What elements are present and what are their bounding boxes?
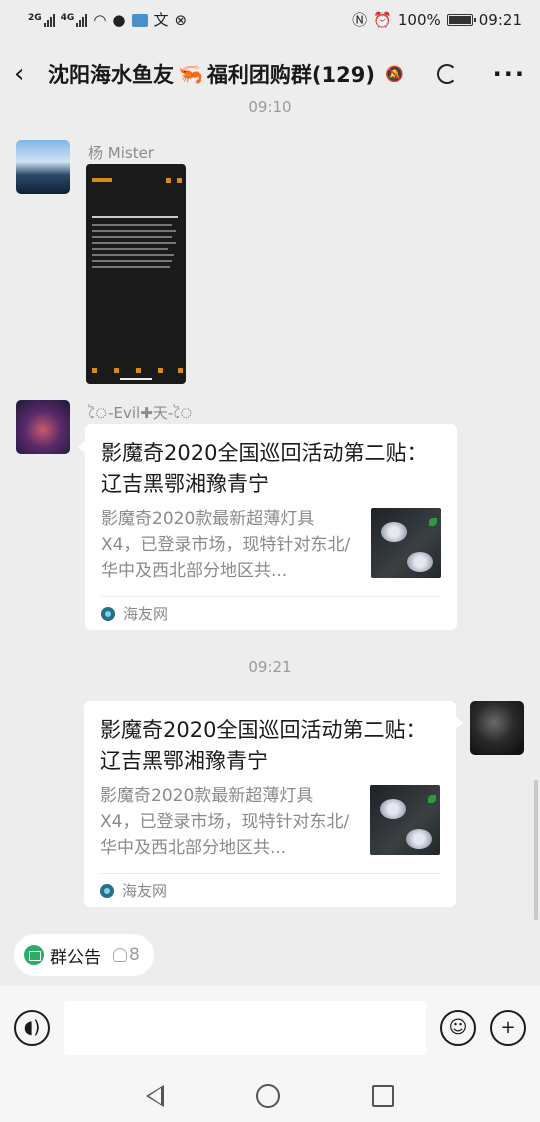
status-right: Ⓝ ⏰ 100% 09:21	[352, 11, 522, 29]
sim2-label: 4G	[60, 13, 75, 23]
sim1-label: 2G	[28, 13, 42, 23]
link-card[interactable]: 影魔奇2020全国巡回活动第二贴： 辽吉黑鄂湘豫青宁 影魔奇2020款最新超薄灯…	[85, 424, 457, 630]
battery-icon	[446, 14, 476, 26]
signal-icon: 2G	[28, 13, 55, 27]
image-message[interactable]	[86, 164, 186, 384]
sender-name: 杨 Mister	[88, 144, 154, 162]
link-source: 海友网	[100, 873, 440, 907]
nav-recents-icon[interactable]	[372, 1085, 394, 1107]
scrollbar[interactable]	[534, 780, 538, 920]
avatar[interactable]	[16, 140, 70, 194]
nav-back-icon[interactable]	[146, 1085, 164, 1107]
announcement-icon	[24, 945, 44, 965]
mute-icon: 🔕	[384, 65, 404, 83]
link-card[interactable]: 影魔奇2020全国巡回活动第二贴： 辽吉黑鄂湘豫青宁 影魔奇2020款最新超薄灯…	[84, 701, 456, 907]
link-source: 海友网	[101, 596, 441, 630]
bubble-tail	[455, 716, 463, 730]
nav-home-icon[interactable]	[256, 1084, 280, 1108]
avatar[interactable]	[16, 400, 70, 454]
link-title: 影魔奇2020全国巡回活动第二贴： 辽吉黑鄂湘豫青宁	[101, 441, 428, 496]
chat-title-part2: 福利团购群(129)	[206, 63, 375, 87]
input-bar: ◖) ☺ +	[0, 986, 540, 1070]
nfc-icon: Ⓝ	[352, 10, 368, 29]
shrimp-icon: 🦐	[178, 62, 203, 86]
site-logo-icon	[101, 606, 115, 621]
wifi-icon: ◠	[93, 10, 107, 29]
chat-title-part1: 沈阳海水鱼友	[48, 63, 174, 87]
link-title: 影魔奇2020全国巡回活动第二贴： 辽吉黑鄂湘豫青宁	[100, 718, 427, 773]
announcement-count: 8	[113, 945, 140, 965]
message-list[interactable]: 09:10 杨 Mister ৈ-Evil✚天-ৈ 影魔奇2020全国巡回活动第…	[0, 92, 540, 922]
voice-input-icon[interactable]: ◖)	[14, 1010, 50, 1046]
app-badge-icon	[131, 13, 148, 27]
timestamp: 09:10	[248, 98, 292, 116]
status-bar: 2G 4G ◠ ● 文 ⊗ Ⓝ ⏰ 100% 09:21	[0, 0, 540, 40]
system-navigation	[0, 1070, 540, 1122]
link-source-name: 海友网	[123, 605, 169, 623]
battery-percent: 100%	[397, 11, 441, 29]
chevron-left-icon[interactable]: ‹	[14, 61, 48, 87]
signal-icon: 4G	[61, 13, 88, 27]
link-thumbnail	[370, 785, 440, 855]
clock: 09:21	[478, 11, 522, 29]
emoji-icon[interactable]: ☺	[440, 1010, 476, 1046]
alarm-icon: ⏰	[373, 10, 392, 29]
person-icon	[113, 948, 127, 962]
link-thumbnail	[371, 508, 441, 578]
message-icon: ●	[112, 10, 126, 29]
link-source-name: 海友网	[122, 882, 168, 900]
link-description: 影魔奇2020款最新超薄灯具X4，已登录市场，现特针对东北/华中及西北部分地区共…	[101, 509, 351, 581]
plus-icon[interactable]: +	[490, 1010, 526, 1046]
message-input[interactable]	[64, 1001, 426, 1055]
avatar[interactable]	[470, 701, 524, 755]
site-logo-icon	[100, 883, 114, 898]
link-description: 影魔奇2020款最新超薄灯具X4，已登录市场，现特针对东北/华中及西北部分地区共…	[100, 786, 350, 858]
loading-icon	[436, 64, 457, 84]
timestamp: 09:21	[248, 658, 292, 676]
chat-title: 沈阳海水鱼友 🦐 福利团购群(129) 🔕	[48, 59, 437, 89]
status-left: 2G 4G ◠ ● 文 ⊗	[28, 10, 188, 29]
group-announcement-button[interactable]: 群公告 8	[14, 934, 154, 976]
announcement-label: 群公告	[50, 947, 101, 968]
translate-icon: 文	[153, 10, 169, 29]
ellipsis-icon[interactable]: ···	[493, 60, 526, 88]
app-icon: ⊗	[174, 10, 188, 29]
announcement-count-value: 8	[129, 945, 140, 965]
